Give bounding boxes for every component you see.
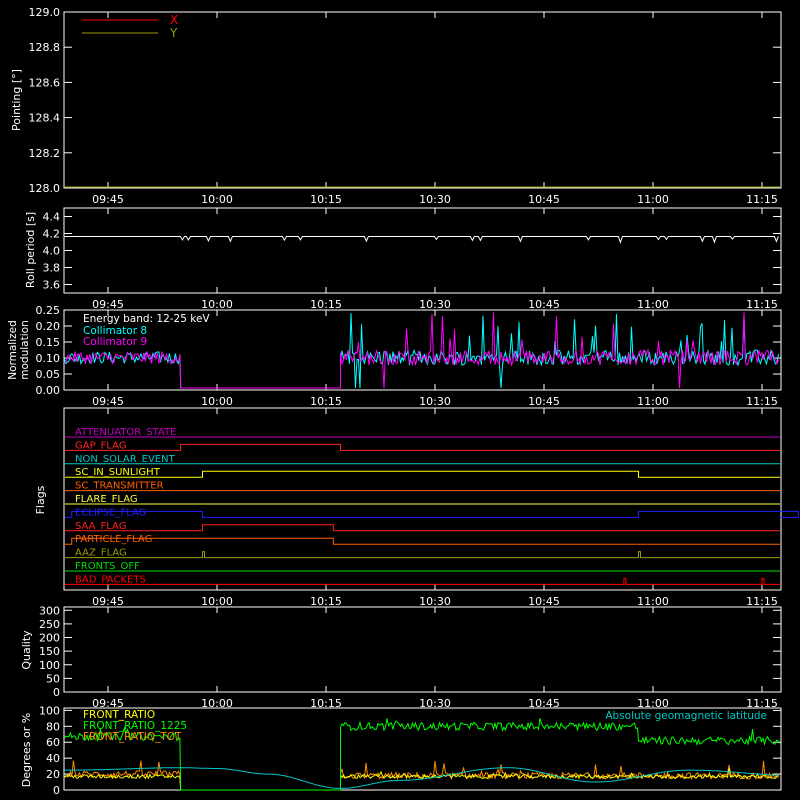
quality-ytick-label: 50 (46, 672, 60, 685)
flags-xtick-label: 09:45 (92, 595, 124, 608)
pointing-xtick-label: 11:00 (637, 193, 669, 206)
pointing-ytick-label: 128.2 (29, 147, 61, 160)
ratio-legend-label: FRONT_RATIO_TOT (83, 731, 182, 743)
pointing-xtick-label: 10:45 (528, 193, 560, 206)
flags-xtick-label: 11:00 (637, 595, 669, 608)
roll-ytick-label: 3.8 (43, 262, 61, 275)
flag-label-fronts-off: FRONTS_OFF (75, 561, 140, 572)
roll-ytick-label: 3.6 (43, 279, 61, 292)
pointing-ytick-label: 128.0 (29, 182, 61, 195)
flags-xtick-label: 11:15 (746, 595, 778, 608)
modulation-ytick-label: 0.25 (36, 304, 61, 317)
roll-xtick-label: 10:15 (310, 298, 342, 311)
flag-label-sc-in-sunlight: SC_IN_SUNLIGHT (75, 467, 161, 478)
modulation-legend-label: Collimator 9 (83, 336, 147, 348)
roll-ytick-label: 4.2 (43, 228, 61, 241)
modulation-band-label: Energy band: 12-25 keV (83, 313, 210, 325)
modulation-ytick-label: 0.20 (36, 320, 61, 333)
pointing-legend-label: Y (169, 26, 178, 40)
pointing-ytick-label: 129.0 (29, 6, 61, 19)
flag-label-gap-flag: GAP_FLAG (75, 440, 127, 451)
flag-label-particle-flag: PARTICLE_FLAG (75, 534, 152, 545)
ratio-ytick-label: 40 (46, 752, 60, 765)
pointing-legend-label: X (170, 13, 178, 27)
modulation-xtick-label: 10:00 (201, 395, 233, 408)
roll-xtick-label: 10:45 (528, 298, 560, 311)
flags-xtick-label: 10:00 (201, 595, 233, 608)
quality-ytick-label: 100 (39, 659, 60, 672)
flag-label-flare-flag: FLARE_FLAG (75, 494, 138, 505)
modulation-ytick-label: 0.05 (36, 368, 61, 381)
flag-label-sc-transmitter: SC_TRANSMITTER (75, 481, 164, 492)
quality-ytick-label: 150 (39, 645, 60, 658)
flag-label-eclipse-flag: ECLIPSE_FLAG (75, 507, 146, 518)
roll-ytick-label: 4.4 (43, 211, 61, 224)
ratio-ytick-label: 60 (46, 736, 60, 749)
quality-ytick-label: 300 (39, 604, 60, 617)
pointing-xtick-label: 10:15 (310, 193, 342, 206)
roll-ytick-label: 4.0 (43, 245, 61, 258)
pointing-xtick-label: 10:00 (201, 193, 233, 206)
flags-ylabel: Flags (34, 485, 47, 514)
pointing-xtick-label: 09:45 (92, 193, 124, 206)
ratio-ytick-label: 80 (46, 720, 60, 733)
pointing-xtick-label: 10:30 (419, 193, 451, 206)
flags-xtick-label: 10:45 (528, 595, 560, 608)
pointing-ytick-label: 128.6 (29, 76, 61, 89)
roll-xtick-label: 09:45 (92, 298, 124, 311)
flag-label-attenuator-state: ATTENUATOR_STATE (75, 427, 176, 438)
modulation-xtick-label: 10:15 (310, 395, 342, 408)
quality-ytick-label: 200 (39, 632, 60, 645)
pointing-xtick-label: 11:15 (746, 193, 778, 206)
pointing-ytick-label: 128.8 (29, 41, 61, 54)
roll-ylabel: Roll period [s] (24, 212, 37, 288)
roll-xtick-label: 11:00 (637, 298, 669, 311)
modulation-xtick-label: 10:30 (419, 395, 451, 408)
quality-ytick-label: 250 (39, 618, 60, 631)
modulation-xtick-label: 11:15 (746, 395, 778, 408)
pointing-ytick-label: 128.4 (29, 112, 61, 125)
modulation-ytick-label: 0.15 (36, 336, 61, 349)
quality-ylabel: Quality (20, 630, 33, 670)
flag-label-saa-flag: SAA_FLAG (75, 521, 126, 532)
modulation-xtick-label: 10:45 (528, 395, 560, 408)
ratio-ylabel: Degrees or % (20, 713, 33, 787)
modulation-xtick-label: 11:00 (637, 395, 669, 408)
ratio-geomag-label: Absolute geomagnetic latitude (605, 710, 767, 722)
flag-label-aaz-flag: AAZ_FLAG (75, 548, 127, 559)
pointing-ylabel: Pointing [°] (10, 69, 23, 131)
modulation-ylabel-line2: modulation (19, 320, 31, 379)
modulation-ylabel-line1: Normalized (7, 320, 19, 380)
flags-xtick-label: 10:30 (419, 595, 451, 608)
chart-canvas: 128.0 128.2 128.4 128.6 128.8 129.0 09:45 10:00… (0, 0, 800, 800)
quality-ytick-label: 0 (53, 686, 60, 699)
ratio-ytick-label: 100 (39, 704, 60, 717)
ratio-ytick-label: 20 (46, 768, 60, 781)
modulation-xtick-label: 09:45 (92, 395, 124, 408)
roll-xtick-label: 11:15 (746, 298, 778, 311)
ratio-ytick-label: 0 (53, 784, 60, 797)
flag-label-bad-packets: BAD_PACKETS (75, 574, 146, 585)
roll-xtick-label: 10:30 (419, 298, 451, 311)
flag-label-non-solar-event: NON_SOLAR_EVENT (75, 454, 176, 465)
modulation-ytick-label: 0.00 (36, 384, 61, 397)
roll-xtick-label: 10:00 (201, 298, 233, 311)
flags-xtick-label: 10:15 (310, 595, 342, 608)
modulation-ytick-label: 0.10 (36, 352, 61, 365)
